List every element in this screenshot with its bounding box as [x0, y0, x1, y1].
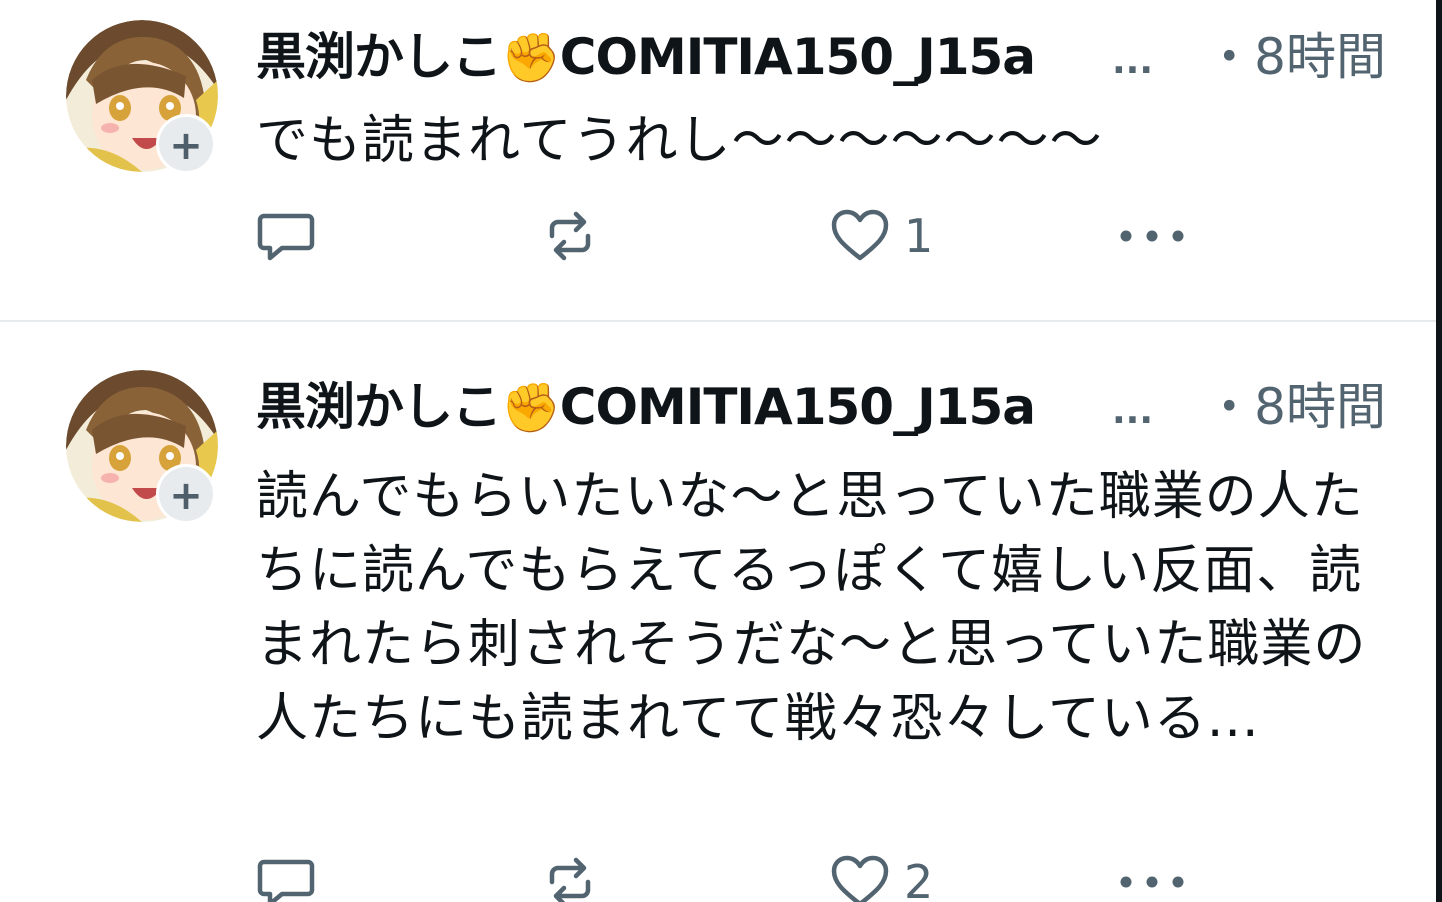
- reply-button[interactable]: [256, 852, 330, 902]
- follow-button[interactable]: +: [156, 114, 216, 174]
- retweet-icon: [549, 857, 591, 902]
- tweet-header: 黒渕かしこ✊COMITIA150_J15a ... ・8時間: [256, 22, 1386, 92]
- author-name: 黒渕かしこ: [256, 28, 502, 86]
- avatar[interactable]: +: [66, 20, 218, 174]
- more-options-button[interactable]: [1118, 206, 1188, 266]
- reply-button[interactable]: [256, 206, 330, 266]
- timestamp[interactable]: ・8時間: [1204, 372, 1386, 442]
- tweet-actions: 1: [256, 206, 1196, 266]
- handle-ellipsis: ...: [1112, 41, 1154, 82]
- window-edge: [1436, 0, 1442, 902]
- more-icon: [1120, 876, 1184, 888]
- author-handle: COMITIA150_J15a: [559, 28, 1036, 86]
- follow-button[interactable]: +: [156, 464, 216, 524]
- like-button[interactable]: 1: [830, 206, 933, 266]
- author-line[interactable]: 黒渕かしこ✊COMITIA150_J15a: [256, 372, 1036, 443]
- tweet-text: 読んでもらいたいな〜と思っていた職業の人たちに読んでもらえてるっぽくて嬉しい反面…: [256, 467, 1367, 749]
- reply-icon: [257, 859, 315, 902]
- more-options-button[interactable]: [1118, 852, 1188, 902]
- tweet[interactable]: + 黒渕かしこ✊COMITIA150_J15a ... ・8時間 読んでもらいた…: [0, 322, 1436, 902]
- tweet-text: でも読まれてうれし〜〜〜〜〜〜〜: [256, 111, 1103, 171]
- tweet-header: 黒渕かしこ✊COMITIA150_J15a ... ・8時間: [256, 372, 1386, 442]
- retweet-icon: [549, 211, 591, 261]
- timeline-feed: + 黒渕かしこ✊COMITIA150_J15a ... ・8時間 でも読まれてう…: [0, 0, 1442, 902]
- heart-icon: [831, 855, 889, 902]
- tweet-actions: 2: [256, 852, 1196, 902]
- reply-icon: [257, 213, 315, 261]
- raised-fist-icon: ✊: [501, 380, 561, 436]
- more-icon: [1120, 230, 1184, 242]
- like-button[interactable]: 2: [830, 852, 933, 902]
- avatar[interactable]: +: [66, 370, 218, 524]
- author-handle: COMITIA150_J15a: [559, 378, 1036, 436]
- author-line[interactable]: 黒渕かしこ✊COMITIA150_J15a: [256, 22, 1036, 93]
- like-count: 1: [904, 209, 934, 263]
- author-name: 黒渕かしこ: [256, 378, 502, 436]
- raised-fist-icon: ✊: [501, 30, 561, 86]
- retweet-button[interactable]: [540, 206, 614, 266]
- timestamp[interactable]: ・8時間: [1204, 22, 1386, 92]
- handle-ellipsis: ...: [1112, 391, 1154, 432]
- like-count: 2: [904, 855, 934, 902]
- tweet[interactable]: + 黒渕かしこ✊COMITIA150_J15a ... ・8時間 でも読まれてう…: [0, 0, 1436, 320]
- heart-icon: [831, 209, 889, 261]
- retweet-button[interactable]: [540, 852, 614, 902]
